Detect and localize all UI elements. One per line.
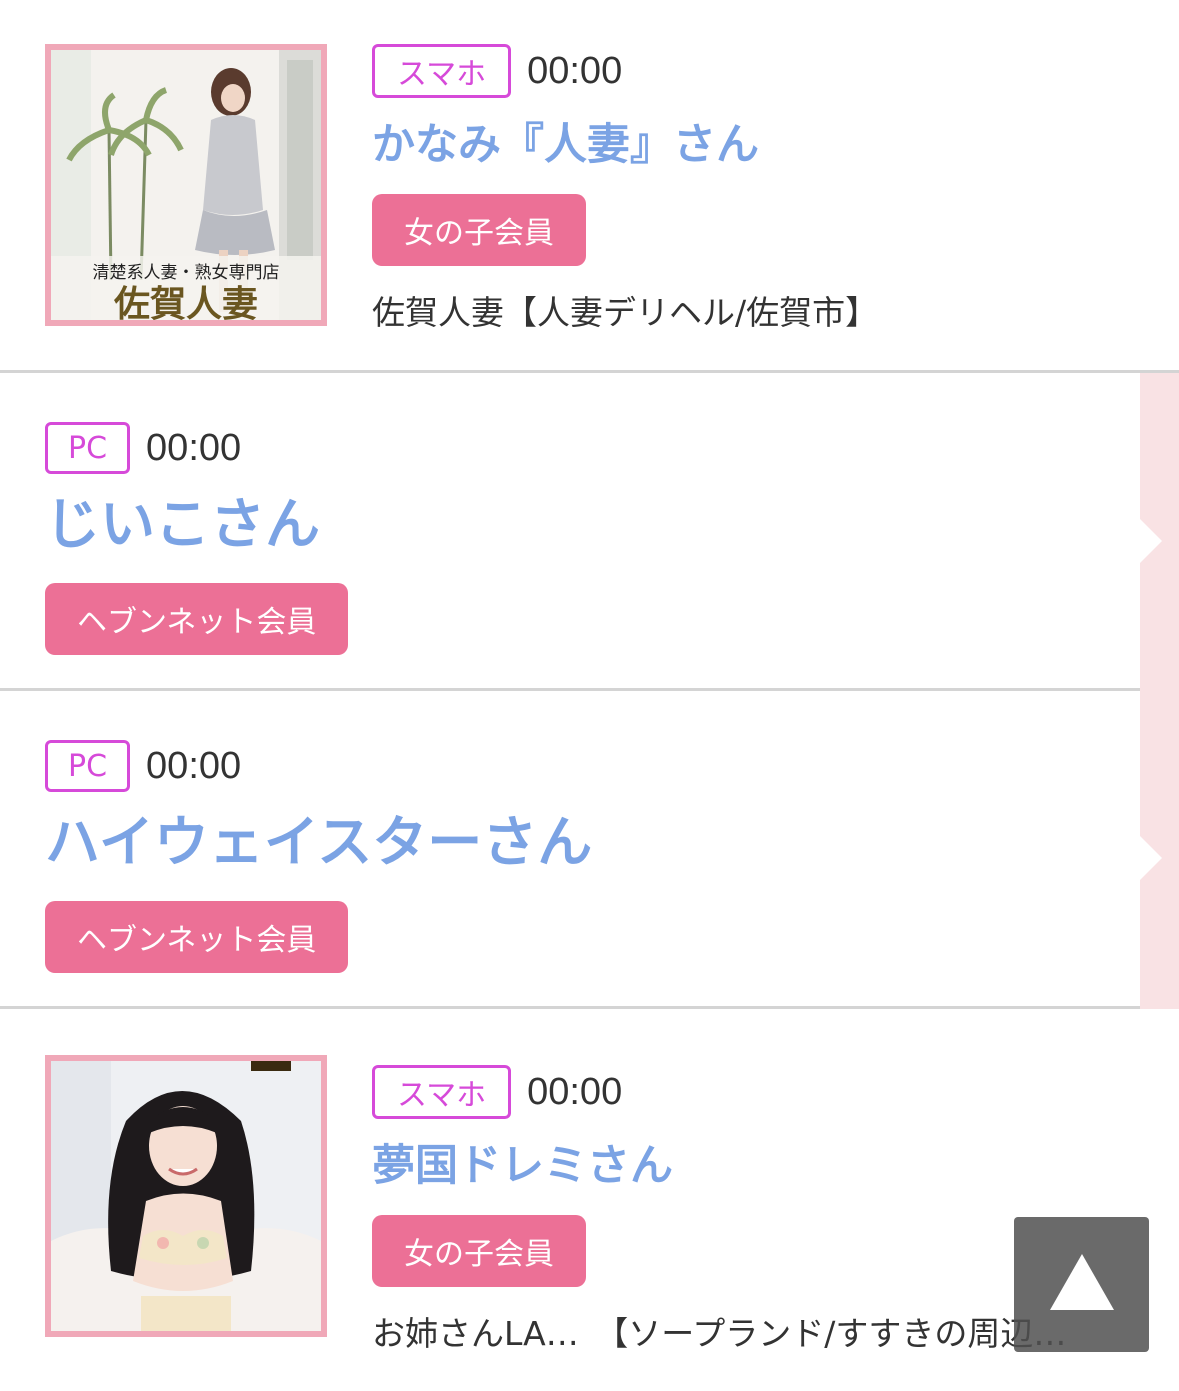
device-tag: スマホ	[372, 44, 512, 98]
user-name-link[interactable]: かなみ『人妻』さん	[372, 116, 1142, 174]
notch-shape	[1140, 519, 1162, 563]
entry-meta: スマホ 00:00 かなみ『人妻』さん 女の子会員 佐賀人妻【人妻デリヘル/佐賀…	[372, 44, 1142, 334]
member-type-badge: ヘブンネット会員	[45, 901, 349, 973]
list-item[interactable]: スマホ 00:00 夢国ドレミさん 女の子会員 お姉さんLA… 【ソープランド/…	[0, 1009, 1179, 1391]
profile-thumbnail[interactable]	[45, 1055, 327, 1337]
profile-thumbnail[interactable]: 清楚系人妻・熟女専門店 佐賀人妻	[45, 44, 327, 326]
timestamp: 00:00	[527, 1070, 623, 1113]
list-item[interactable]: 清楚系人妻・熟女専門店 佐賀人妻 スマホ 00:00 かなみ『人妻』さん 女の子…	[0, 0, 1179, 373]
timestamp: 00:00	[527, 49, 623, 92]
list-item[interactable]: PC 00:00 じいこさん ヘブンネット会員	[0, 373, 1140, 691]
side-decoration	[1140, 373, 1179, 1009]
member-type-badge: 女の子会員	[372, 1215, 586, 1287]
back-to-top-button[interactable]	[1014, 1217, 1149, 1352]
user-name-link[interactable]: じいこさん	[45, 487, 348, 561]
thumbnail-sign-text: 清楚系人妻・熟女専門店	[93, 262, 280, 283]
device-tag: スマホ	[372, 1065, 512, 1119]
member-type-badge: ヘブンネット会員	[45, 583, 349, 655]
list-item[interactable]: PC 00:00 ハイウェイスターさん ヘブンネット会員	[0, 691, 1140, 1009]
timestamp: 00:00	[146, 426, 242, 469]
shop-link[interactable]: 佐賀人妻【人妻デリヘル/佐賀市】	[372, 286, 1142, 334]
triangle-up-icon	[1049, 1253, 1114, 1310]
profile-photo: 清楚系人妻・熟女専門店 佐賀人妻	[51, 50, 321, 320]
entry-meta: PC 00:00 じいこさん ヘブンネット会員	[45, 421, 349, 655]
user-name-link[interactable]: 夢国ドレミさん	[372, 1137, 1142, 1195]
message-list: 清楚系人妻・熟女専門店 佐賀人妻 スマホ 00:00 かなみ『人妻』さん 女の子…	[0, 0, 1179, 1391]
user-name-link[interactable]: ハイウェイスターさん	[45, 805, 592, 879]
thumbnail-sign-title: 佐賀人妻	[113, 283, 258, 320]
device-tag: PC	[45, 740, 131, 792]
notch-shape	[1140, 836, 1162, 880]
timestamp: 00:00	[146, 744, 242, 787]
device-tag: PC	[45, 422, 131, 474]
entry-meta: PC 00:00 ハイウェイスターさん ヘブンネット会員	[45, 739, 592, 973]
profile-photo	[51, 1061, 321, 1331]
member-type-badge: 女の子会員	[372, 194, 586, 266]
